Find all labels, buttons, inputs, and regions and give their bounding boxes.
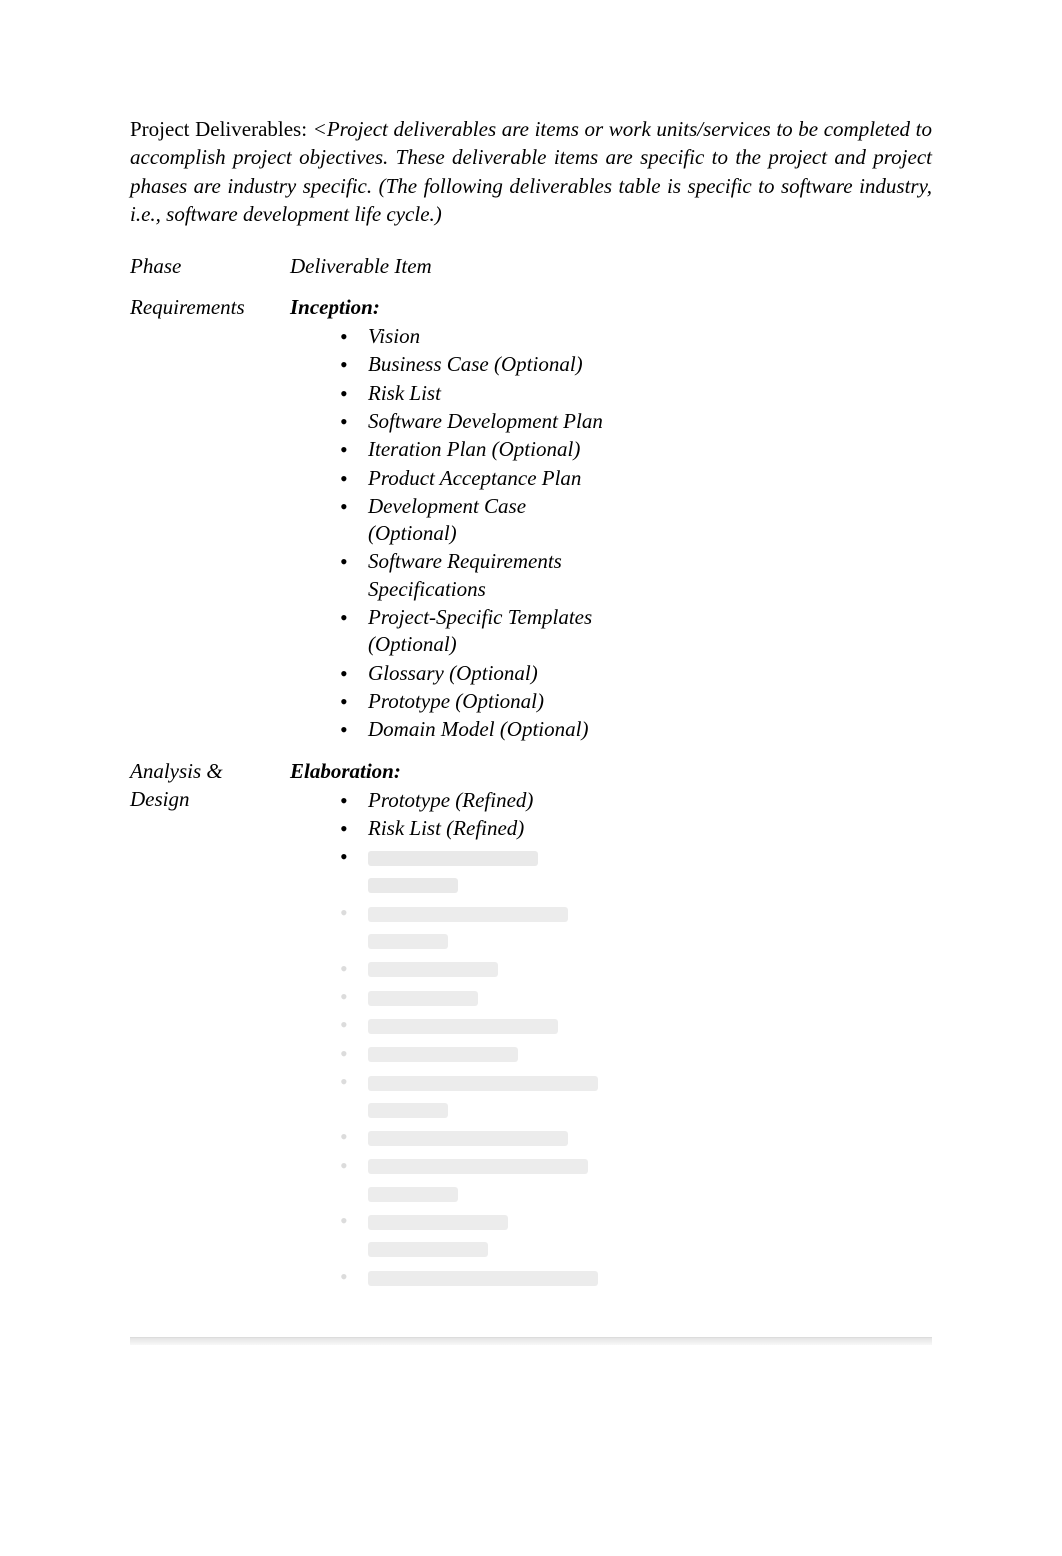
redacted-text — [368, 1047, 518, 1062]
bullet-list: Prototype (Refined)Risk List (Refined) — [290, 787, 610, 1290]
list-item: Glossary (Optional) — [340, 660, 610, 687]
list-item-redacted — [340, 1263, 610, 1290]
phase-cell: Analysis & Design — [130, 751, 290, 1298]
redacted-text — [368, 851, 538, 866]
redacted-text — [368, 962, 498, 977]
list-item-redacted — [340, 1011, 610, 1038]
redacted-text — [368, 1159, 588, 1174]
list-item: Product Acceptance Plan — [340, 465, 610, 492]
header-item: Deliverable Item — [290, 246, 620, 286]
list-item-redacted — [340, 955, 610, 982]
list-item-redacted — [340, 1152, 610, 1207]
intro-label: Project Deliverables: — [130, 117, 313, 141]
phase-cell: Requirements — [130, 287, 290, 751]
section-title: Elaboration: — [290, 757, 610, 785]
redacted-text — [368, 1103, 448, 1118]
list-item: Prototype (Refined) — [340, 787, 610, 814]
list-item: Software Development Plan — [340, 408, 610, 435]
redacted-text — [368, 907, 568, 922]
redacted-text — [368, 1019, 558, 1034]
list-item: Risk List — [340, 380, 610, 407]
bullet-list: VisionBusiness Case (Optional)Risk ListS… — [290, 323, 610, 743]
list-item-redacted — [340, 899, 610, 954]
item-cell: Elaboration:Prototype (Refined)Risk List… — [290, 751, 620, 1298]
section-title: Inception: — [290, 293, 610, 321]
list-item: Risk List (Refined) — [340, 815, 610, 842]
list-item: Business Case (Optional) — [340, 351, 610, 378]
redacted-text — [368, 991, 478, 1006]
redacted-text — [368, 1187, 458, 1202]
list-item: Domain Model (Optional) — [340, 716, 610, 743]
table-row: RequirementsInception:VisionBusiness Cas… — [130, 287, 620, 751]
list-item: Prototype (Optional) — [340, 688, 610, 715]
intro-paragraph: Project Deliverables: <Project deliverab… — [130, 115, 932, 228]
header-phase: Phase — [130, 246, 290, 286]
list-item: Iteration Plan (Optional) — [340, 436, 610, 463]
list-item: Project-Specific Templates (Optional) — [340, 604, 610, 659]
list-item-redacted — [340, 1207, 610, 1262]
list-item-redacted — [340, 1068, 610, 1123]
redacted-text — [368, 878, 458, 893]
list-item: Vision — [340, 323, 610, 350]
redacted-text — [368, 1271, 598, 1286]
list-item-redacted — [340, 1123, 610, 1150]
list-item: Development Case (Optional) — [340, 493, 610, 548]
table-row: Analysis & DesignElaboration:Prototype (… — [130, 751, 620, 1298]
redacted-text — [368, 1215, 508, 1230]
list-item-redacted — [340, 1040, 610, 1067]
list-item-redacted — [340, 983, 610, 1010]
list-item: Software Requirements Specifications — [340, 548, 610, 603]
redacted-text — [368, 934, 448, 949]
list-item-redacted — [340, 843, 610, 898]
item-cell: Inception:VisionBusiness Case (Optional)… — [290, 287, 620, 751]
redacted-text — [368, 1131, 568, 1146]
redacted-text — [368, 1076, 598, 1091]
page-divider — [130, 1337, 932, 1345]
redacted-text — [368, 1242, 488, 1257]
deliverables-table: Phase Deliverable Item RequirementsIncep… — [130, 246, 620, 1297]
